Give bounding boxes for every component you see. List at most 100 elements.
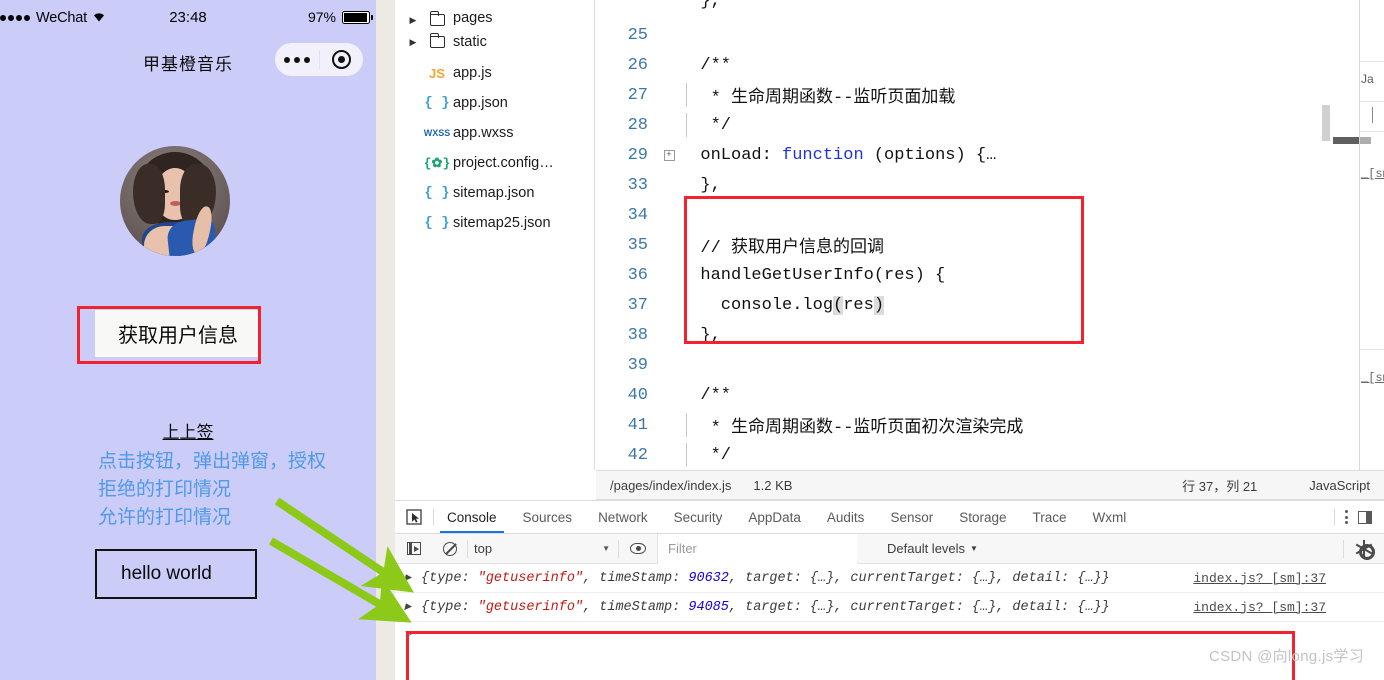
file-tree-item-pages[interactable]: ▶ pages xyxy=(395,0,594,26)
language-mode-label[interactable]: JavaScript xyxy=(1309,478,1370,493)
console-log-row[interactable]: ▶ {type: "getuserinfo", timeStamp: 90632… xyxy=(395,564,1384,593)
filter-input[interactable]: Filter xyxy=(657,533,857,564)
tab-trace[interactable]: Trace xyxy=(1020,501,1080,533)
chevron-down-icon: ▼ xyxy=(602,544,610,553)
expand-triangle-icon[interactable]: ▶ xyxy=(395,573,421,583)
expand-triangle-icon[interactable]: ▶ xyxy=(395,602,421,612)
fold-toggle[interactable]: + xyxy=(658,149,680,161)
bg-strip xyxy=(1360,131,1384,132)
file-tree-item-app-json[interactable]: ▶ { } app.json xyxy=(395,88,594,118)
code-text: // 获取用户信息的回调 xyxy=(680,239,885,258)
log-number: 94085 xyxy=(688,599,729,615)
avatar-hair-left xyxy=(133,164,165,224)
tab-sources[interactable]: Sources xyxy=(510,501,586,533)
clear-console-icon[interactable] xyxy=(433,541,467,556)
kebab-menu-icon[interactable] xyxy=(1345,510,1348,524)
dock-panel-icon[interactable] xyxy=(1358,510,1372,524)
code-line: 36 handleGetUserInfo(res) { xyxy=(596,260,1333,290)
code-text: * 生命周期函数--监听页面初次渲染完成 xyxy=(680,419,1024,438)
console-prompt[interactable]: > xyxy=(395,622,1384,646)
avatar xyxy=(120,146,230,256)
tab-security[interactable]: Security xyxy=(661,501,736,533)
bg-strip xyxy=(1360,101,1384,102)
capsule-menu[interactable] xyxy=(275,43,363,76)
fold-plus-icon[interactable]: + xyxy=(663,149,675,161)
code-text: }, xyxy=(680,0,721,11)
line-number: 25 xyxy=(627,25,648,45)
code-text: /** xyxy=(680,385,732,405)
console-toolbar: top ▼ Filter Default levels ▼ xyxy=(395,533,1384,564)
file-tree-item-sitemap25-json[interactable]: ▶ { } sitemap25.json xyxy=(395,208,594,238)
line-number: 42 xyxy=(627,445,648,465)
more-dots-icon[interactable] xyxy=(275,56,319,63)
console-log-message: {type: "getuserinfo", timeStamp: 94085, … xyxy=(421,600,1110,615)
log-post: , target: {…}, currentTarget: {…}, detai… xyxy=(728,570,1110,586)
simulator-gutter xyxy=(376,0,395,680)
tab-storage[interactable]: Storage xyxy=(946,501,1019,533)
inspect-cursor-icon[interactable] xyxy=(395,508,433,526)
tab-wxml[interactable]: Wxml xyxy=(1080,501,1140,533)
config-file-icon: {✿} xyxy=(423,155,451,171)
editor-scrollbar[interactable] xyxy=(1319,0,1333,470)
console-toolbar-right xyxy=(1343,539,1384,560)
code-line: }, xyxy=(596,0,1333,20)
bg-scrollbar-thumb[interactable] xyxy=(1333,137,1359,144)
log-number: 90632 xyxy=(688,570,729,586)
console-log-row[interactable]: ▶ {type: "getuserinfo", timeStamp: 94085… xyxy=(395,593,1384,622)
chevron-placeholder: ▶ xyxy=(405,128,421,139)
bg-fragment-label: Ja xyxy=(1361,72,1374,86)
log-levels-selector[interactable]: Default levels ▼ xyxy=(887,541,978,556)
battery-icon xyxy=(342,10,373,24)
tab-audits[interactable]: Audits xyxy=(814,501,878,533)
log-mid: , timeStamp: xyxy=(583,599,689,615)
indent-guide xyxy=(686,293,687,317)
bg-strip xyxy=(1360,349,1384,350)
json-file-icon: { } xyxy=(424,95,450,111)
indent-guide xyxy=(686,83,687,107)
context-selector[interactable]: top ▼ xyxy=(468,541,618,556)
line-number: 37 xyxy=(627,295,648,315)
code-line: 38 }, xyxy=(596,320,1333,350)
console-log-source[interactable]: index.js? [sm]:37 xyxy=(1193,571,1326,586)
chevron-down-icon: ▼ xyxy=(970,544,978,553)
file-tree-item-sitemap-json[interactable]: ▶ { } sitemap.json xyxy=(395,178,594,208)
chevron-placeholder: ▶ xyxy=(405,68,421,79)
line-number: 39 xyxy=(627,355,648,375)
file-tree-item-app-js[interactable]: ▶ JS app.js xyxy=(395,58,594,88)
indent-guide xyxy=(686,413,687,437)
file-tree-label: static xyxy=(453,34,487,50)
file-tree-label: sitemap25.json xyxy=(453,215,551,231)
tab-appdata[interactable]: AppData xyxy=(735,501,814,533)
json-file-icon: { } xyxy=(424,215,450,231)
chevron-placeholder: ▶ xyxy=(405,218,421,229)
folder-icon xyxy=(421,10,453,26)
context-value: top xyxy=(474,541,493,556)
file-tree-item-app-wxss[interactable]: ▶ WXSS app.wxss xyxy=(395,118,594,148)
gear-icon[interactable] xyxy=(1355,539,1375,560)
code-line: 28 */ xyxy=(596,110,1333,140)
cursor-position-label: 行 37，列 21 xyxy=(1182,478,1258,494)
chevron-right-icon[interactable]: ▶ xyxy=(405,15,421,26)
toolbar-divider xyxy=(1334,508,1335,526)
chevron-right-icon[interactable]: ▶ xyxy=(405,37,421,48)
code-text: */ xyxy=(680,115,732,135)
devtools-panel: Console Sources Network Security AppData… xyxy=(395,500,1384,680)
eye-live-expression-icon[interactable] xyxy=(619,543,657,554)
file-tree-label: app.wxss xyxy=(453,125,514,141)
tab-network[interactable]: Network xyxy=(585,501,661,533)
target-circle-icon[interactable] xyxy=(320,50,364,69)
chevron-placeholder: ▶ xyxy=(405,188,421,199)
file-tree-item-static[interactable]: ▶ static xyxy=(395,26,594,58)
console-log-source[interactable]: index.js? [sm]:37 xyxy=(1193,600,1326,615)
fold-ellipsis: … xyxy=(986,145,997,165)
execute-context-icon[interactable] xyxy=(395,542,433,555)
bg-scrollbar-thumb-secondary[interactable] xyxy=(1360,137,1371,144)
tab-sensor[interactable]: Sensor xyxy=(877,501,946,533)
line-number: 34 xyxy=(627,205,648,225)
log-post: , target: {…}, currentTarget: {…}, detai… xyxy=(728,599,1110,615)
file-tree-item-project-config[interactable]: ▶ {✿} project.config… xyxy=(395,148,594,178)
tab-console[interactable]: Console xyxy=(434,501,510,533)
file-tree-panel: ▶ pages ▶ static ▶ JS app.js ▶ { } app.j… xyxy=(395,0,595,470)
code-text: }, xyxy=(680,325,721,345)
code-editor[interactable]: }, 25 26 /** 27 * 生命周期函数--监听页面加载 28 */ 2 xyxy=(596,0,1333,470)
